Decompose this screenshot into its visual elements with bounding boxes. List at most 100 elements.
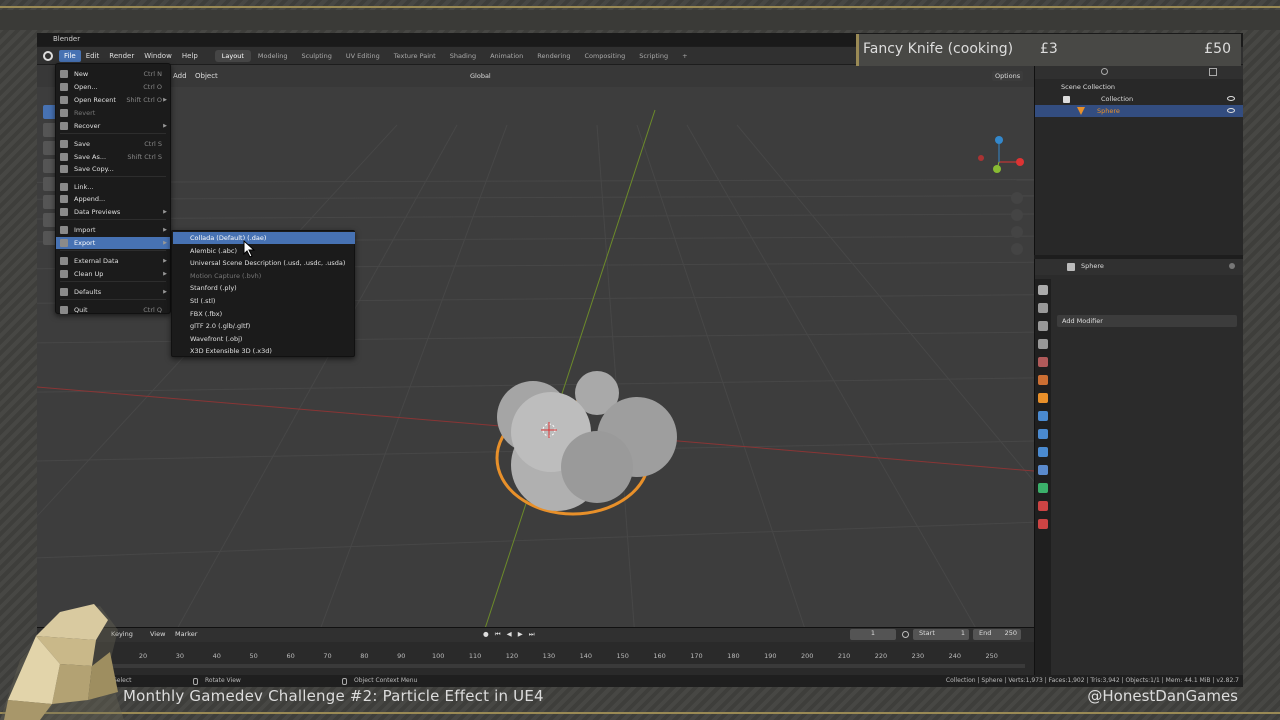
pin-icon[interactable] bbox=[1229, 263, 1235, 269]
stream-frame: Blender File Edit Render Window Help Lay… bbox=[0, 0, 1280, 720]
export-menu-item[interactable]: Collada (Default) (.dae) bbox=[173, 232, 355, 244]
add-workspace-button[interactable]: + bbox=[675, 50, 694, 62]
file-menu-item[interactable]: Export ▶ bbox=[56, 237, 170, 249]
tab-sculpting[interactable]: Sculpting bbox=[294, 50, 338, 62]
file-menu-item[interactable]: Quit Ctrl Q bbox=[56, 304, 170, 316]
menu-item-label: Data Previews bbox=[74, 208, 121, 216]
grid-view-icon[interactable] bbox=[1011, 243, 1023, 255]
output-tab-icon[interactable] bbox=[1038, 321, 1048, 331]
tab-scripting[interactable]: Scripting bbox=[632, 50, 675, 62]
file-menu-item[interactable]: Revert bbox=[56, 107, 170, 119]
sphere-cluster[interactable] bbox=[495, 371, 677, 516]
menu-window[interactable]: Window bbox=[139, 50, 177, 62]
tab-rendering[interactable]: Rendering bbox=[530, 50, 577, 62]
texture-tab-icon[interactable] bbox=[1038, 519, 1048, 529]
menu-render[interactable]: Render bbox=[104, 50, 139, 62]
pan-hand-icon[interactable] bbox=[1011, 209, 1023, 221]
filter-icon[interactable] bbox=[1209, 68, 1217, 76]
scene-tab-icon[interactable] bbox=[1038, 357, 1048, 367]
price-overlay: Fancy Knife (cooking) £3 £50 bbox=[856, 34, 1241, 66]
menu-edit[interactable]: Edit bbox=[81, 50, 105, 62]
file-menu-item[interactable]: Open... Ctrl O bbox=[56, 81, 170, 93]
current-frame-field[interactable]: 1 bbox=[850, 629, 896, 640]
file-menu-item[interactable]: Data Previews ▶ bbox=[56, 206, 170, 218]
status-rotate: Rotate View bbox=[205, 677, 241, 684]
3d-viewport[interactable]: Add Object Global Options bbox=[37, 65, 1034, 653]
export-menu-item[interactable]: glTF 2.0 (.glb/.gltf) bbox=[173, 320, 355, 332]
options-dropdown[interactable]: Options bbox=[992, 71, 1024, 81]
file-menu-item[interactable]: Clean Up ▶ bbox=[56, 268, 170, 280]
file-menu-item[interactable]: Append... bbox=[56, 193, 170, 205]
export-menu-item[interactable]: Motion Capture (.bvh) bbox=[173, 270, 355, 282]
particles-tab-icon[interactable] bbox=[1038, 429, 1048, 439]
export-menu-item[interactable]: Wavefront (.obj) bbox=[173, 333, 355, 345]
menu-file[interactable]: File bbox=[59, 49, 81, 62]
navigation-gizmo[interactable] bbox=[978, 136, 1024, 173]
timeline-scrollbar[interactable] bbox=[107, 664, 1025, 668]
zoom-icon[interactable] bbox=[1011, 192, 1023, 204]
menu-item-icon bbox=[60, 270, 68, 278]
menu-help[interactable]: Help bbox=[177, 50, 203, 62]
start-field[interactable]: Start 1 bbox=[913, 629, 969, 640]
timeline-ruler[interactable]: 20 30 40 50 60 70 80 90 100 110 120 130 140 150 160 170… bbox=[37, 650, 1027, 664]
export-menu-item[interactable]: X3D Extensible 3D (.x3d) bbox=[173, 345, 355, 357]
camera-icon[interactable] bbox=[1011, 226, 1023, 238]
timeline-tick-label: 20 bbox=[138, 652, 148, 660]
tab-shading[interactable]: Shading bbox=[443, 50, 483, 62]
data-tab-icon[interactable] bbox=[1038, 483, 1048, 493]
timeline-tick-label: 30 bbox=[175, 652, 185, 660]
sphere-row[interactable]: Sphere bbox=[1035, 105, 1243, 117]
tab-texture-paint[interactable]: Texture Paint bbox=[387, 50, 443, 62]
export-menu-item[interactable]: Universal Scene Description (.usd, .usdc… bbox=[173, 257, 355, 269]
end-field[interactable]: End 250 bbox=[973, 629, 1021, 640]
object-tab-icon[interactable] bbox=[1038, 393, 1048, 403]
object-menu[interactable]: Object bbox=[195, 72, 218, 80]
file-menu-item[interactable]: Link... bbox=[56, 181, 170, 193]
export-menu-item[interactable]: FBX (.fbx) bbox=[173, 308, 355, 320]
add-modifier-dropdown[interactable]: Add Modifier bbox=[1057, 315, 1237, 327]
file-menu-item[interactable]: Open Recent Shift Ctrl O ▶ bbox=[56, 94, 170, 106]
file-menu-item[interactable]: External Data ▶ bbox=[56, 255, 170, 267]
file-menu-item[interactable]: New Ctrl N bbox=[56, 68, 170, 80]
menu-item-icon bbox=[60, 226, 68, 234]
orientation-dropdown[interactable]: Global bbox=[470, 72, 491, 80]
material-tab-icon[interactable] bbox=[1038, 501, 1048, 511]
tab-compositing[interactable]: Compositing bbox=[577, 50, 632, 62]
tab-layout[interactable]: Layout bbox=[214, 49, 251, 62]
world-tab-icon[interactable] bbox=[1038, 375, 1048, 385]
tab-modeling[interactable]: Modeling bbox=[251, 50, 295, 62]
render-tab-icon[interactable] bbox=[1038, 303, 1048, 313]
eye-icon[interactable] bbox=[1227, 96, 1235, 101]
file-menu-item[interactable]: Import ▶ bbox=[56, 224, 170, 236]
properties-header: Sphere bbox=[1035, 259, 1243, 275]
export-menu-item[interactable]: Stl (.stl) bbox=[173, 295, 355, 307]
physics-tab-icon[interactable] bbox=[1038, 447, 1048, 457]
playback-controls[interactable]: ● ⏮ ◀ ▶ ⏭ bbox=[483, 630, 537, 639]
export-menu-item[interactable]: Alembic (.abc) bbox=[173, 245, 355, 257]
menu-item-shortcut: Shift Ctrl S bbox=[127, 153, 162, 161]
modifier-tab-icon[interactable] bbox=[1038, 411, 1048, 421]
blender-logo-icon[interactable] bbox=[43, 50, 53, 61]
tab-uv-editing[interactable]: UV Editing bbox=[339, 50, 387, 62]
search-icon[interactable] bbox=[1101, 68, 1108, 75]
view-layer-tab-icon[interactable] bbox=[1038, 339, 1048, 349]
checkbox-icon[interactable] bbox=[1063, 96, 1070, 103]
view-menu[interactable]: View bbox=[150, 630, 165, 638]
file-menu-item[interactable]: Save As... Shift Ctrl S bbox=[56, 151, 170, 163]
tab-animation[interactable]: Animation bbox=[483, 50, 530, 62]
collection-row[interactable]: Collection bbox=[1035, 93, 1243, 105]
scene-collection-row[interactable]: Scene Collection bbox=[1035, 81, 1243, 93]
export-menu-item[interactable]: Stanford (.ply) bbox=[173, 282, 355, 294]
menu-item-icon bbox=[60, 257, 68, 265]
add-menu[interactable]: Add bbox=[173, 72, 187, 80]
file-menu-item[interactable]: Save Ctrl S bbox=[56, 138, 170, 150]
constraints-tab-icon[interactable] bbox=[1038, 465, 1048, 475]
file-menu-item[interactable]: Defaults ▶ bbox=[56, 286, 170, 298]
eye-icon[interactable] bbox=[1227, 108, 1235, 113]
file-menu-item[interactable]: Save Copy... bbox=[56, 163, 170, 175]
sphere-label: Sphere bbox=[1097, 107, 1120, 115]
file-menu-item[interactable]: Recover ▶ bbox=[56, 120, 170, 132]
marker-menu[interactable]: Marker bbox=[175, 630, 197, 638]
tool-tab-icon[interactable] bbox=[1038, 285, 1048, 295]
timeline-tick-label: 150 bbox=[616, 652, 629, 660]
